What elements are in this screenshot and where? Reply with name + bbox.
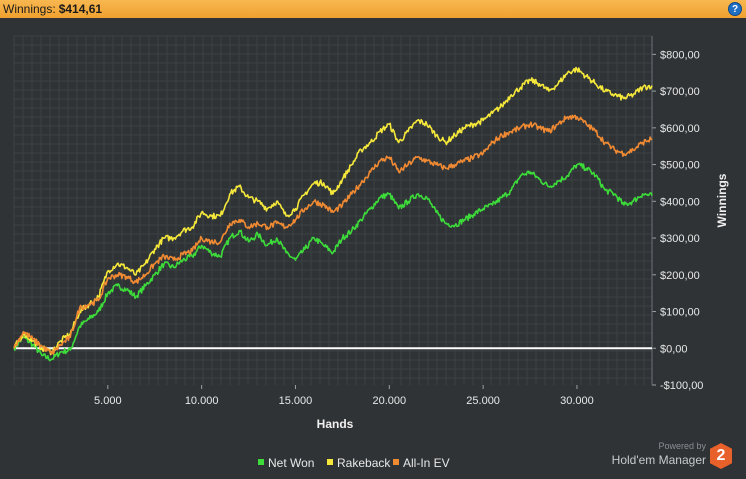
y-tick-label: $500,00 — [660, 160, 700, 172]
x-axis-label: Hands — [317, 417, 354, 431]
x-tick-label: 30.000 — [560, 395, 594, 407]
legend-label[interactable]: All-In EV — [403, 456, 450, 470]
product-name: Hold'em Manager — [611, 453, 706, 467]
y-tick-label: $800,00 — [660, 49, 700, 61]
winnings-summary: Winnings: $414,61 — [3, 2, 102, 16]
legend-swatch — [327, 459, 333, 465]
y-tick-label: $0,00 — [660, 343, 688, 355]
winnings-value: $414,61 — [58, 2, 103, 16]
x-tick-label: 25.000 — [466, 395, 500, 407]
powered-by-text: Powered by — [658, 441, 706, 451]
x-tick-label: 15.000 — [279, 395, 313, 407]
y-tick-label: $700,00 — [660, 86, 700, 98]
x-tick-label: 20.000 — [372, 395, 406, 407]
y-tick-label: $600,00 — [660, 123, 700, 135]
legend-swatch — [393, 459, 399, 465]
winnings-label: Winnings: — [3, 2, 56, 16]
x-tick-label: 5.000 — [94, 395, 122, 407]
y-tick-label: $100,00 — [660, 307, 700, 319]
legend-label[interactable]: Rakeback — [337, 456, 391, 470]
y-axis-label: Winnings — [715, 173, 729, 227]
y-tick-label: $300,00 — [660, 233, 700, 245]
legend-label[interactable]: Net Won — [268, 456, 314, 470]
winnings-chart: -$100,00 $0,00 $100,00 $200,00 $300,00 $400,0… — [13, 35, 729, 470]
header-bar: Winnings: $414,61 ? — [0, 0, 746, 18]
legend-swatch — [258, 459, 264, 465]
y-tick-label: $400,00 — [660, 196, 700, 208]
help-icon[interactable]: ? — [728, 2, 742, 16]
legend: Net Won Rakeback All-In EV — [258, 456, 450, 470]
x-tick-label: 10.000 — [185, 395, 219, 407]
y-tick-label: $200,00 — [660, 270, 700, 282]
y-tick-label: -$100,00 — [660, 380, 703, 392]
